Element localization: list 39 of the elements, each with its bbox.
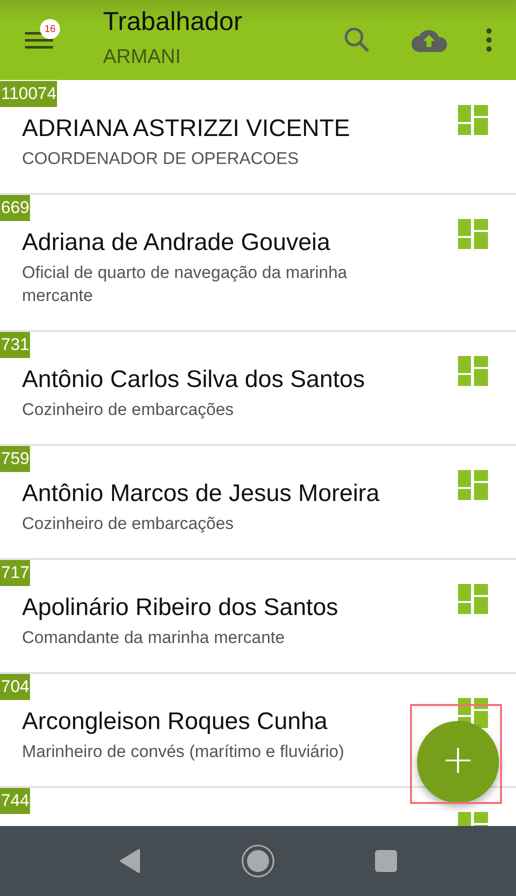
worker-code: 759 (0, 446, 30, 472)
dashboard-icon[interactable] (458, 470, 488, 500)
search-icon (343, 26, 371, 54)
worker-code: 704 (0, 674, 30, 700)
worker-role: Marinheiro de convés (marítimo e fluviário) (22, 741, 346, 763)
back-button[interactable] (119, 849, 141, 873)
worker-role: Cozinheiro de embarcações (22, 513, 235, 535)
more-icon (486, 28, 492, 52)
dashboard-icon[interactable] (458, 105, 488, 135)
worker-name: Antônio Marcos de Jesus Moreira (22, 479, 380, 509)
dashboard-icon[interactable] (458, 356, 488, 386)
cloud-upload-icon (411, 28, 447, 52)
notification-badge: 16 (40, 19, 60, 39)
worker-name: Antônio Carlos Silva dos Santos (22, 365, 366, 395)
dashboard-icon[interactable] (458, 584, 488, 614)
worker-name: Apolinário Ribeiro dos Santos (22, 593, 340, 623)
more-button[interactable] (484, 27, 494, 53)
worker-name: Adriana de Andrade Gouveia (22, 228, 332, 258)
worker-name: ADRIANA ASTRIZZI VICENTE (22, 114, 352, 144)
screen-subtitle: ARMANI (103, 45, 182, 70)
home-icon (241, 844, 275, 878)
search-button[interactable] (342, 25, 372, 55)
worker-role: Cozinheiro de embarcações (22, 399, 235, 421)
recents-icon (375, 850, 397, 872)
worker-code: 110074 (0, 81, 58, 107)
recents-button[interactable] (375, 850, 397, 872)
worker-code: 744 (0, 788, 30, 814)
home-button[interactable] (241, 844, 275, 878)
dashboard-icon[interactable] (458, 219, 488, 249)
worker-code: 731 (0, 332, 30, 358)
worker-name: Arcongleison Roques Cunha (22, 707, 329, 737)
worker-role: COORDENADOR DE OPERACOES (22, 148, 300, 170)
worker-role: Comandante da marinha mercante (22, 627, 286, 649)
worker-code: 717 (0, 560, 30, 586)
back-icon (119, 849, 141, 873)
screen-title: Trabalhador (103, 6, 244, 36)
worker-code: 669 (0, 195, 30, 221)
worker-role: Oficial de quarto de navegação da marinha mercante (22, 262, 348, 307)
menu-button[interactable]: 16 (14, 15, 64, 65)
